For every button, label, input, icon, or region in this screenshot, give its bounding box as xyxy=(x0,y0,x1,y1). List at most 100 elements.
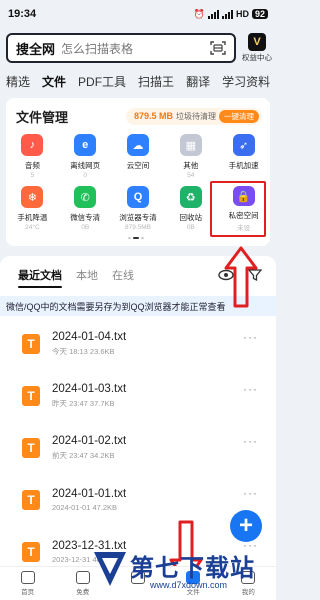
tab-scanner[interactable]: 扫描王 xyxy=(138,73,174,90)
rocket-icon: ➶ xyxy=(232,134,255,156)
file-management-card: 文件管理 879.5 MB 垃圾待清理 一键清理 ♪ 音频 5 e 离线网页 0 ☁ 云空间 ▦… xyxy=(6,98,270,246)
browser-clean-icon: Q xyxy=(126,186,149,208)
file-category-item[interactable]: ➶ 手机加速 xyxy=(217,134,270,180)
file-meta: 2024-01-01 47.2KB xyxy=(52,503,118,512)
file-category-item[interactable]: ✆ 微信专清 0B xyxy=(59,186,112,232)
file-name: 2023-12-31.txt xyxy=(52,540,127,552)
file-category-item[interactable]: ▦ 其他 54 xyxy=(164,134,217,180)
txt-file-icon: T xyxy=(22,490,40,510)
file-management-title: 文件管理 xyxy=(16,109,69,125)
free-icon xyxy=(75,571,90,584)
signal-icon-2 xyxy=(221,9,233,19)
file-category-label: 手机加速 xyxy=(228,161,259,170)
more-options-icon[interactable]: ··· xyxy=(243,382,258,396)
files-nav-icon xyxy=(186,571,201,584)
file-category-label: 音频 xyxy=(24,161,40,170)
file-category-item[interactable]: e 离线网页 0 xyxy=(59,134,112,180)
file-category-item[interactable]: ❄ 手机降温 24°C xyxy=(6,186,59,232)
recycle-icon: ♻ xyxy=(179,186,202,208)
txt-file-icon: T xyxy=(22,386,40,406)
file-name: 2024-01-02.txt xyxy=(52,435,127,447)
tab-online[interactable]: 在线 xyxy=(112,267,134,283)
file-category-sub: 未设 xyxy=(237,225,251,232)
tab-pdf-tools[interactable]: PDF工具 xyxy=(78,73,126,90)
alarm-icon: ⏰ xyxy=(193,8,205,19)
file-category-label: 离线网页 xyxy=(70,161,101,170)
file-category-sub: 54 xyxy=(187,172,195,179)
cooling-icon: ❄ xyxy=(21,186,44,208)
file-meta: 今天 18:13 23.6KB xyxy=(52,347,115,356)
txt-file-icon: T xyxy=(22,438,40,458)
nav-files[interactable]: 文件 xyxy=(173,571,213,596)
tab-translate[interactable]: 翻译 xyxy=(186,73,210,90)
txt-file-icon: T xyxy=(22,542,40,562)
file-category-label: 私密空间 xyxy=(228,211,259,220)
file-category-item[interactable]: ♪ 音频 5 xyxy=(6,134,59,180)
junk-size: 879.5 MB xyxy=(133,111,173,121)
search-input[interactable]: 搜全网 怎么扫描表格 xyxy=(6,33,236,63)
file-category-label: 浏览器专清 xyxy=(119,213,157,222)
nav-home[interactable]: 首页 xyxy=(8,571,48,596)
home-icon xyxy=(20,571,35,584)
vip-icon: V xyxy=(248,33,266,51)
file-category-sub: 5 xyxy=(30,172,35,179)
status-indicators: ⏰ HD 92 xyxy=(194,9,268,20)
music-icon: ♪ xyxy=(21,134,44,156)
file-meta: 前天 23:47 34.2KB xyxy=(52,451,115,460)
tab-local[interactable]: 本地 xyxy=(76,267,98,283)
lock-icon: 🔒 xyxy=(232,186,255,206)
signal-icon xyxy=(207,9,219,19)
file-name: 2024-01-03.txt xyxy=(52,383,127,395)
junk-cleanup-banner[interactable]: 879.5 MB 垃圾待清理 一键清理 xyxy=(125,107,262,125)
red-arrow-up xyxy=(224,246,258,308)
wechat-icon: ✆ xyxy=(74,186,97,208)
more-options-icon[interactable]: ··· xyxy=(243,486,258,500)
add-button[interactable]: + xyxy=(230,510,262,542)
search-placeholder: 怎么扫描表格 xyxy=(61,41,134,56)
offline-web-icon: e xyxy=(74,134,97,156)
more-options-icon[interactable]: ··· xyxy=(243,434,258,448)
tab-files[interactable]: 文件 xyxy=(42,73,66,92)
file-category-item[interactable]: ☁ 云空间 xyxy=(112,134,165,180)
bottom-nav: 首页 免费 文件 我的 xyxy=(0,566,276,600)
other-icon: ▦ xyxy=(179,134,202,156)
file-row[interactable]: T 2024-01-04.txt 今天 18:13 23.6KB ··· xyxy=(0,318,276,370)
file-category-item[interactable]: 🔒 私密空间未设 xyxy=(217,186,270,232)
battery-icon: 92 xyxy=(251,9,268,19)
one-click-clean-button[interactable]: 一键清理 xyxy=(219,109,259,123)
more-options-icon[interactable]: ··· xyxy=(243,330,258,344)
file-category-grid: ♪ 音频 5 e 离线网页 0 ☁ 云空间 ▦ 其他 54 ➶ 手机加速 ❄ 手机降温 24°C ✆ 微信专清 0B… xyxy=(6,134,270,232)
file-row[interactable]: T 2024-01-02.txt 前天 23:47 34.2KB ··· xyxy=(0,422,276,474)
search-row: 搜全网 怎么扫描表格 V 权益中心 xyxy=(0,30,276,66)
file-category-sub: 0 xyxy=(83,172,87,179)
status-time: 19:34 xyxy=(8,8,37,20)
nav-me-label: 我的 xyxy=(241,589,255,596)
network-label: HD xyxy=(235,9,249,19)
page-indicator xyxy=(128,237,144,239)
nav-me[interactable]: 我的 xyxy=(228,571,268,596)
file-category-sub: 879.5MB xyxy=(124,224,151,231)
cloud-icon: ☁ xyxy=(126,134,149,156)
profile-icon xyxy=(241,571,256,584)
file-category-label: 云空间 xyxy=(126,161,150,170)
file-category-item[interactable]: ♻ 回收站 0B xyxy=(164,186,217,232)
benefits-center-button[interactable]: V 权益中心 xyxy=(242,33,272,63)
scan-icon[interactable] xyxy=(210,40,226,56)
tab-featured[interactable]: 精选 xyxy=(6,73,30,90)
file-name: 2024-01-04.txt xyxy=(52,331,127,343)
nav-home-label: 首页 xyxy=(21,589,35,596)
file-name: 2024-01-01.txt xyxy=(52,488,127,500)
file-category-item[interactable]: Q 浏览器专清 879.5MB xyxy=(112,186,165,232)
tab-study-materials[interactable]: 学习资料 xyxy=(222,73,270,90)
file-category-label: 微信专清 xyxy=(70,213,101,222)
file-meta: 昨天 23:47 37.7KB xyxy=(52,399,115,408)
nav-middle[interactable] xyxy=(118,571,158,586)
nav-free[interactable]: 免费 xyxy=(63,571,103,596)
tab-recent-docs[interactable]: 最近文档 xyxy=(18,267,62,288)
nav-files-label: 文件 xyxy=(186,589,200,596)
file-category-sub: 0B xyxy=(186,224,195,231)
search-brand: 搜全网 xyxy=(16,41,56,57)
benefits-center-label: 权益中心 xyxy=(242,53,272,62)
file-meta: 2023-12-31 48.6KB xyxy=(52,555,118,564)
file-row[interactable]: T 2024-01-03.txt 昨天 23:47 37.7KB ··· xyxy=(0,370,276,422)
